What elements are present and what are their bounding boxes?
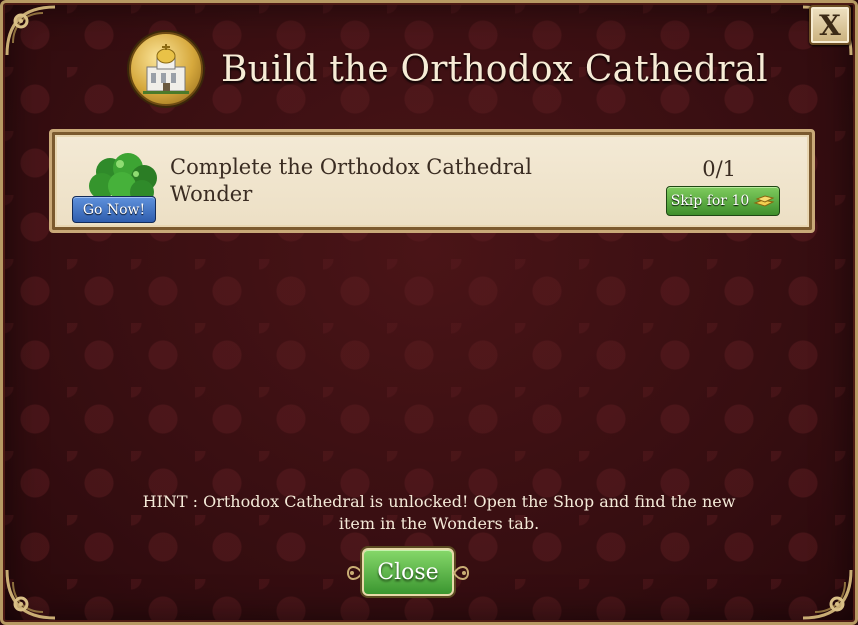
go-now-label: Go Now! (82, 201, 146, 218)
task-card: Go Now! Complete the Orthodox Cathedral … (49, 129, 815, 233)
gold-bars-icon (753, 195, 775, 207)
close-button[interactable]: Close (362, 548, 454, 596)
flourish-left-icon (346, 566, 363, 580)
corner-ornament-top-left (5, 5, 56, 56)
go-now-button[interactable]: Go Now! (72, 196, 156, 223)
hint-text: HINT : Orthodox Cathedral is unlocked! O… (142, 492, 736, 533)
flourish-right-icon (453, 566, 470, 580)
corner-ornament-bottom-left (5, 569, 56, 620)
close-label: Close (377, 559, 439, 585)
cathedral-icon (129, 32, 203, 106)
dialog-title: Build the Orthodox Cathedral (221, 48, 768, 90)
close-x-button[interactable]: X (809, 5, 851, 45)
task-description: Complete the Orthodox Cathedral Wonder (170, 155, 532, 206)
close-x-label: X (819, 8, 841, 42)
corner-ornament-bottom-right (802, 569, 853, 620)
skip-label: Skip for 10 (670, 193, 750, 209)
task-progress: 0/1 (702, 157, 736, 181)
quest-dialog: X Build the Orthodox Cathedral Go Now! C… (0, 0, 858, 625)
dialog-header: Build the Orthodox Cathedral (129, 32, 768, 106)
skip-button[interactable]: Skip for 10 (666, 186, 780, 216)
close-button-group: Close (344, 548, 472, 598)
